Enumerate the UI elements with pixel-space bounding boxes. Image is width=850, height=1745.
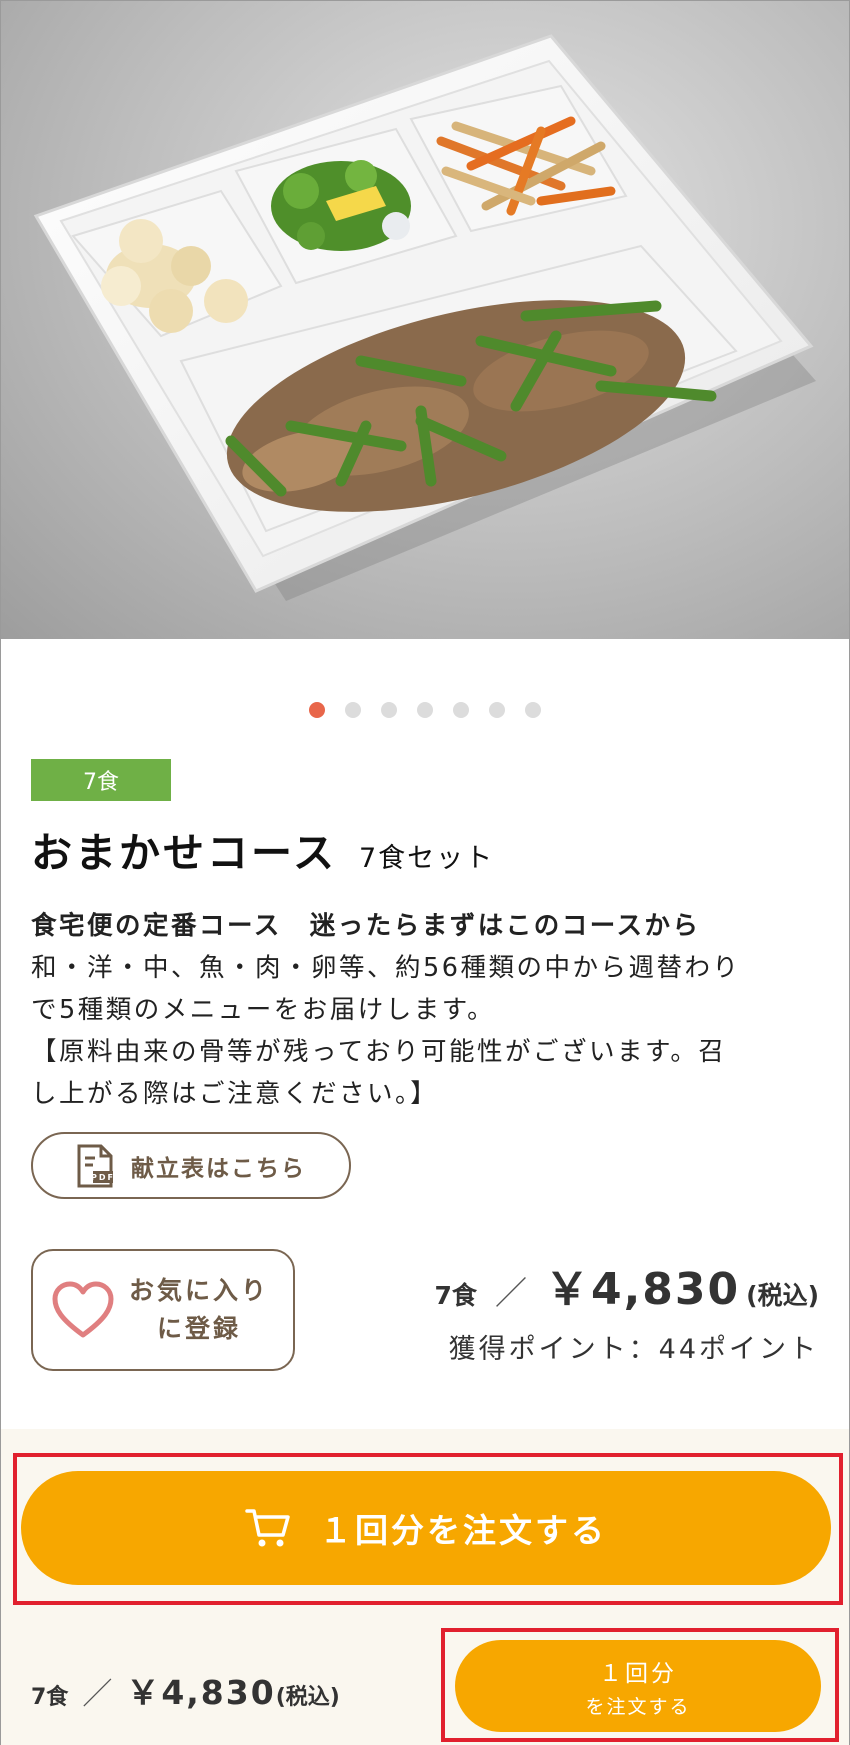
carousel-dot[interactable]	[453, 702, 469, 718]
heart-icon	[52, 1281, 114, 1338]
description-line: 【原料由来の骨等が残っており可能性がございます。召	[31, 1037, 727, 1067]
menu-pdf-button[interactable]: PDF 献立表はこちら	[31, 1132, 351, 1199]
order-once-button[interactable]: １回分を注文する	[21, 1471, 831, 1585]
carousel-pagination	[1, 702, 849, 718]
earned-points: 獲得ポイント：44ポイント	[448, 1334, 819, 1365]
product-image[interactable]	[1, 1, 849, 639]
add-favorite-button[interactable]: お気に入り に登録	[31, 1249, 295, 1371]
svg-text:PDF: PDF	[91, 1173, 115, 1182]
pdf-document-icon: PDF	[77, 1144, 115, 1187]
carousel-dot[interactable]	[489, 702, 505, 718]
price-amount: ￥4,830	[544, 1264, 741, 1315]
sticky-meal-count: 7食	[31, 1685, 69, 1710]
sticky-separator: ／	[82, 1677, 113, 1712]
sticky-order-label-line1: １回分	[599, 1660, 677, 1687]
description-lead: 食宅便の定番コース 迷ったらまずはこのコースから	[31, 911, 701, 941]
price-meal-count: 7食	[434, 1281, 477, 1310]
sticky-order-label-line2: を注文する	[585, 1695, 691, 1718]
price-line: 7食 ／ ￥4,830 (税込)	[435, 1253, 819, 1317]
menu-pdf-label: 献立表はこちら	[131, 1155, 306, 1182]
price-separator: ／	[494, 1274, 527, 1312]
favorite-label-line2: に登録	[157, 1314, 242, 1343]
bento-meal-photo	[33, 34, 816, 601]
description-line: で5種類のメニューをお届けします。	[31, 995, 496, 1025]
price-tax-note: (税込)	[746, 1281, 819, 1310]
cart-icon	[245, 1509, 290, 1547]
product-title: おまかせコース	[31, 829, 337, 877]
order-once-label: １回分を注文する	[319, 1511, 607, 1550]
product-title-row: おまかせコース 7食セット	[31, 819, 494, 879]
carousel-dot[interactable]	[381, 702, 397, 718]
carousel-dot[interactable]	[345, 702, 361, 718]
meal-count-badge: 7食	[31, 759, 171, 801]
sticky-order-button[interactable]: １回分 を注文する	[455, 1640, 821, 1732]
favorite-label: お気に入り に登録	[129, 1272, 269, 1348]
product-subtitle: 7食セット	[358, 843, 495, 874]
description-line: し上がる際はご注意ください。】	[31, 1079, 439, 1109]
price-block: 7食 ／ ￥4,830 (税込) 獲得ポイント：44ポイント	[435, 1253, 819, 1366]
carousel-dot-active[interactable]	[309, 702, 325, 718]
sticky-tax-note: (税込)	[275, 1685, 340, 1710]
description-line: 和・洋・中、魚・肉・卵等、約56種類の中から週替わり	[31, 953, 741, 983]
product-description: 食宅便の定番コース 迷ったらまずはこのコースから 和・洋・中、魚・肉・卵等、約5…	[31, 905, 831, 1115]
sticky-price-amount: ￥4,830	[126, 1673, 276, 1712]
sticky-price: 7食 ／ ￥4,830 (税込)	[31, 1666, 340, 1714]
carousel-dot[interactable]	[417, 702, 433, 718]
carousel-dot[interactable]	[525, 702, 541, 718]
favorite-label-line1: お気に入り	[129, 1276, 270, 1305]
